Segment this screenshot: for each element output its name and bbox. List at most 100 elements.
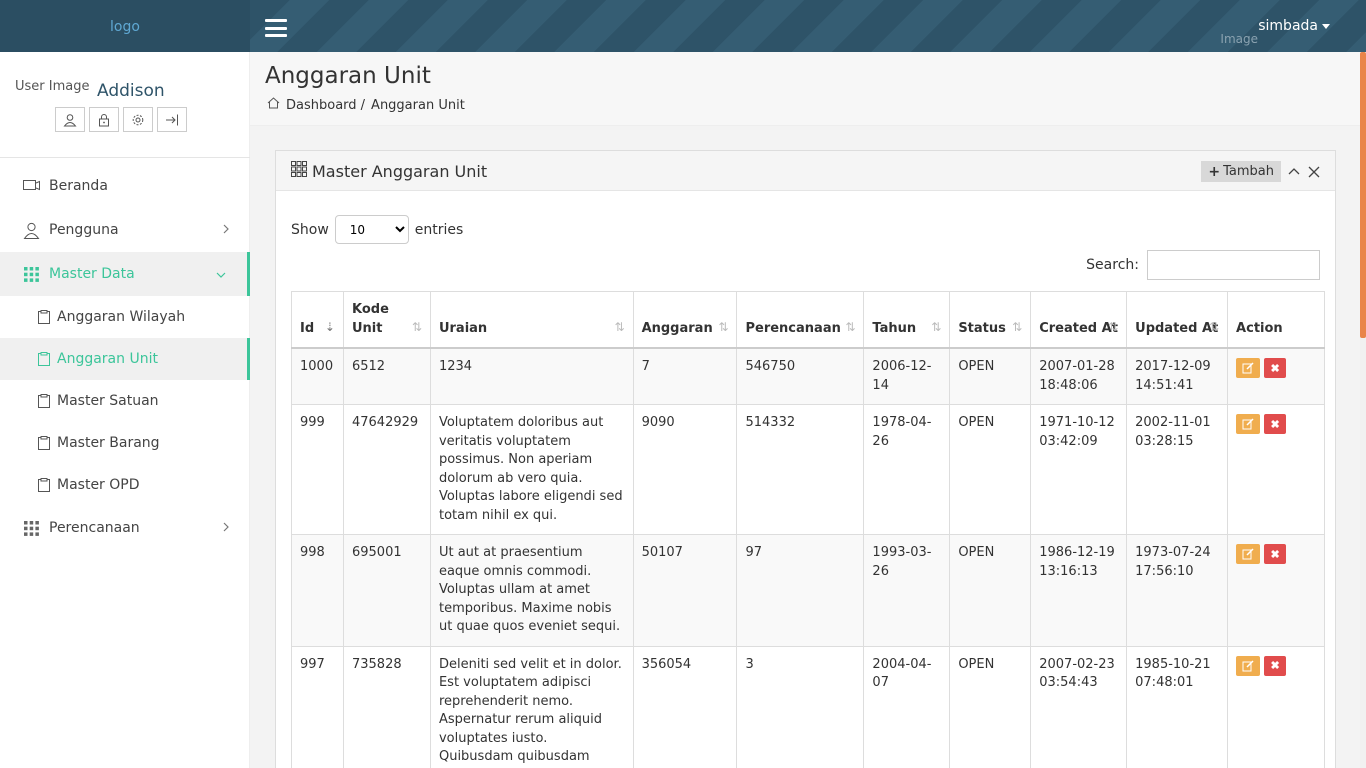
sidebar-item-label: Beranda [49,178,108,194]
logout-icon [166,114,178,125]
table-row: 998 695001 Ut aut at praesentium eaque o… [291,534,1325,647]
cell-id: 1000 [291,347,344,405]
cell-perencanaan: 3 [736,645,865,768]
lock-button[interactable] [89,107,119,132]
table-row: 997 735828 Deleniti sed velit et in dolo… [291,645,1325,768]
sidebar-subitem-label: Master Barang [57,435,160,451]
column-header-perencanaan[interactable]: Perencanaan ⇅ [736,291,865,349]
cell-perencanaan: 97 [736,534,865,647]
edit-button[interactable] [1236,544,1261,564]
sidebar-subitem-anggaran-wilayah[interactable]: Anggaran Wilayah [0,296,250,338]
edit-button[interactable] [1236,414,1261,434]
chevron-up-icon [1288,167,1300,174]
column-header-updated-at[interactable]: Updated At ⇅ [1126,291,1229,349]
cell-action: ✖ [1227,404,1325,535]
sort-icon: ⇅ [1208,320,1220,334]
grid-icon [22,265,40,283]
box-title-text: Master Anggaran Unit [312,161,488,181]
profile-button[interactable] [55,107,85,132]
hamburger-icon [265,19,287,22]
sidebar-subitem-master-barang[interactable]: Master Barang [0,422,250,464]
caret-down-icon [1322,23,1330,29]
sort-icon: ⇅ [411,320,422,334]
close-icon: ✖ [1270,660,1280,672]
sidebar: User Image Addison Beranda Pengguna Mast… [0,52,250,768]
close-button[interactable] [1307,165,1321,179]
cell-anggaran: 50107 [632,534,738,647]
cell-uraian: Ut aut at praesentium eaque omnis commod… [429,534,634,647]
close-icon [1308,166,1320,177]
sort-icon: ⇅ [718,320,729,334]
column-header-kode-unit[interactable]: Kode Unit ⇅ [342,291,431,349]
logo[interactable]: logo [0,19,250,35]
clipboard-icon [38,393,52,409]
page-title: Anggaran Unit [265,63,431,89]
sidebar-subitem-label: Anggaran Wilayah [57,309,186,325]
cell-id: 997 [291,645,344,768]
delete-button[interactable]: ✖ [1264,414,1287,434]
sidebar-subitem-master-satuan[interactable]: Master Satuan [0,380,250,422]
user-panel: User Image Addison [0,52,250,158]
user-menu-label: simbada [1258,18,1318,34]
cell-id: 999 [291,404,344,535]
logout-button[interactable] [157,107,187,132]
cell-created-at: 2007-02-23 03:54:43 [1030,645,1128,768]
search-label: Search: [1086,257,1139,273]
sidebar-item-beranda[interactable]: Beranda [0,164,250,208]
table-row: 1000 6512 1234 7 546750 2006-12-14 OPEN … [291,347,1325,405]
delete-button[interactable]: ✖ [1264,544,1287,564]
column-header-id[interactable]: Id ⇣ [291,291,344,349]
cell-status: OPEN [949,534,1032,647]
chevron-right-icon [222,521,230,537]
breadcrumb-dashboard[interactable]: Dashboard / [286,98,365,113]
user-icon [63,113,77,126]
sidebar-subitem-master-opd[interactable]: Master OPD [0,464,250,506]
edit-button[interactable] [1236,358,1261,378]
search-input[interactable] [1147,250,1320,280]
cell-perencanaan: 514332 [736,404,865,535]
sort-icon: ⇅ [1108,320,1119,334]
sort-desc-icon: ⇣ [324,320,335,334]
delete-button[interactable]: ✖ [1264,655,1287,676]
cell-kode-unit: 695001 [342,534,431,647]
user-menu-dropdown[interactable]: simbada [1258,18,1330,34]
collapse-button[interactable] [1287,165,1301,179]
grid-icon [22,519,40,537]
monitor-icon [22,177,40,195]
delete-button[interactable]: ✖ [1264,358,1287,378]
cell-status: OPEN [949,404,1032,535]
navbar-background [250,0,1366,52]
sidebar-item-master-data[interactable]: Master Data [0,252,250,296]
user-actions [55,107,187,132]
entries-length-control: Show 10 entries [291,215,463,244]
breadcrumb-current: Anggaran Unit [371,97,465,113]
sidebar-subitem-label: Master OPD [57,477,140,493]
entries-label: entries [414,221,464,238]
cell-uraian: Voluptatem doloribus aut veritatis volup… [429,404,634,535]
sidebar-toggle-button[interactable] [265,19,287,37]
cell-kode-unit: 735828 [342,645,431,768]
settings-button[interactable] [123,107,153,132]
column-header-status[interactable]: Status ⇅ [949,291,1032,349]
scrollbar-thumb[interactable] [1360,52,1366,338]
sort-icon: ⇅ [931,320,942,334]
column-header-created-at[interactable]: Created At ⇅ [1030,291,1128,349]
sidebar-item-pengguna[interactable]: Pengguna [0,208,250,252]
clipboard-icon [38,435,52,451]
data-table: Id ⇣ Kode Unit ⇅ Uraian ⇅ Anggaran ⇅ Perenca… [291,291,1325,768]
sidebar-menu: Beranda Pengguna Master Data Anggaran Wi… [0,164,250,550]
close-icon: ✖ [1270,362,1280,375]
add-button[interactable]: + Tambah [1201,161,1281,182]
column-header-anggaran[interactable]: Anggaran ⇅ [632,291,738,349]
column-header-uraian[interactable]: Uraian ⇅ [429,291,634,349]
top-navbar: logo Image simbada [0,0,1366,52]
sidebar-item-perencanaan[interactable]: Perencanaan [0,506,250,550]
sidebar-subitem-anggaran-unit[interactable]: Anggaran Unit [0,338,250,380]
column-header-tahun[interactable]: Tahun ⇅ [863,291,951,349]
add-button-label: Tambah [1223,164,1274,179]
edit-button[interactable] [1236,655,1261,676]
cell-uraian: Deleniti sed velit et in dolor. Est volu… [429,645,634,768]
cell-action: ✖ [1227,534,1325,647]
entries-select[interactable]: 10 [334,215,409,244]
page-scrollbar[interactable] [1360,52,1366,768]
